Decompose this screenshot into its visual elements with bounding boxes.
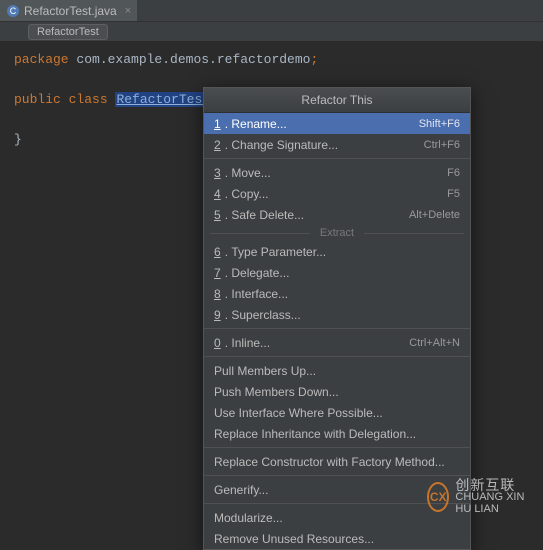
breadcrumb[interactable]: RefactorTest [28, 24, 108, 40]
menu-label: Copy... [231, 187, 447, 201]
menu-separator [204, 328, 470, 329]
watermark-text: 创新互联 CHUANG XIN HU LIAN [455, 479, 537, 515]
menu-mnemonic: 7 [214, 266, 221, 280]
menu-separator [204, 356, 470, 357]
menu-item-delegate[interactable]: 7. Delegate... [204, 262, 470, 283]
menu-item-pull-members-up[interactable]: Pull Members Up... [204, 360, 470, 381]
keyword-public: public [14, 92, 61, 107]
menu-label: Move... [231, 166, 447, 180]
menu-item-move[interactable]: 3. Move... F6 [204, 162, 470, 183]
tab-bar: C RefactorTest.java × [0, 0, 543, 22]
breadcrumb-bar: RefactorTest [0, 22, 543, 42]
menu-label: Type Parameter... [231, 245, 460, 259]
menu-item-copy[interactable]: 4. Copy... F5 [204, 183, 470, 204]
menu-label: Use Interface Where Possible... [214, 406, 460, 420]
menu-item-remove-unused-resources[interactable]: Remove Unused Resources... [204, 528, 470, 549]
watermark-badge-icon: CX [427, 482, 449, 512]
menu-label: Rename... [231, 117, 418, 131]
menu-mnemonic: 4 [214, 187, 221, 201]
watermark-line1: 创新互联 [455, 479, 537, 491]
popup-title: Refactor This [204, 88, 470, 113]
menu-label: Safe Delete... [231, 208, 409, 222]
menu-item-replace-inheritance[interactable]: Replace Inheritance with Delegation... [204, 423, 470, 444]
close-icon[interactable]: × [125, 5, 131, 17]
menu-item-replace-constructor[interactable]: Replace Constructor with Factory Method.… [204, 451, 470, 472]
package-name: com.example.demos.refactordemo [76, 52, 310, 67]
menu-separator [204, 158, 470, 159]
svg-text:C: C [10, 6, 17, 16]
menu-item-type-parameter[interactable]: 6. Type Parameter... [204, 241, 470, 262]
menu-mnemonic: 8 [214, 287, 221, 301]
menu-item-use-interface[interactable]: Use Interface Where Possible... [204, 402, 470, 423]
menu-shortcut: Ctrl+F6 [424, 139, 460, 151]
watermark-line2: CHUANG XIN HU LIAN [455, 491, 537, 515]
menu-shortcut: Shift+F6 [419, 118, 460, 130]
close-brace: } [14, 132, 22, 147]
menu-shortcut: F5 [447, 188, 460, 200]
menu-label: Generify... [214, 483, 460, 497]
menu-label: Pull Members Up... [214, 364, 460, 378]
menu-item-superclass[interactable]: 9. Superclass... [204, 304, 470, 325]
menu-item-inline[interactable]: 0. Inline... Ctrl+Alt+N [204, 332, 470, 353]
tab-filename: RefactorTest.java [24, 4, 117, 18]
menu-mnemonic: 5 [214, 208, 221, 222]
menu-mnemonic: 6 [214, 245, 221, 259]
menu-separator [204, 447, 470, 448]
menu-label: Push Members Down... [214, 385, 460, 399]
menu-mnemonic: 2 [214, 138, 221, 152]
menu-item-push-members-down[interactable]: Push Members Down... [204, 381, 470, 402]
menu-shortcut: Ctrl+Alt+N [409, 337, 460, 349]
menu-item-interface[interactable]: 8. Interface... [204, 283, 470, 304]
editor-tab[interactable]: C RefactorTest.java × [0, 0, 137, 21]
menu-label: Change Signature... [231, 138, 423, 152]
keyword-class: class [69, 92, 108, 107]
menu-section-extract: Extract [204, 225, 470, 241]
menu-label: Interface... [231, 287, 460, 301]
menu-shortcut: F6 [447, 167, 460, 179]
menu-label: Replace Constructor with Factory Method.… [214, 455, 460, 469]
menu-label: Inline... [231, 336, 409, 350]
menu-label: Modularize... [214, 511, 460, 525]
java-class-icon: C [6, 4, 20, 18]
menu-shortcut: Alt+Delete [409, 209, 460, 221]
semicolon: ; [310, 52, 318, 67]
watermark-logo: CX 创新互联 CHUANG XIN HU LIAN [427, 479, 537, 515]
menu-mnemonic: 0 [214, 336, 221, 350]
menu-item-change-signature[interactable]: 2. Change Signature... Ctrl+F6 [204, 134, 470, 155]
menu-mnemonic: 1 [214, 117, 221, 131]
menu-label: Remove Unused Resources... [214, 532, 460, 546]
menu-label: Delegate... [231, 266, 460, 280]
class-name-selected: RefactorTest [116, 92, 210, 107]
menu-item-safe-delete[interactable]: 5. Safe Delete... Alt+Delete [204, 204, 470, 225]
menu-label: Replace Inheritance with Delegation... [214, 427, 460, 441]
menu-label: Superclass... [231, 308, 460, 322]
menu-separator [204, 475, 470, 476]
menu-mnemonic: 3 [214, 166, 221, 180]
menu-mnemonic: 9 [214, 308, 221, 322]
keyword-package: package [14, 52, 69, 67]
menu-item-rename[interactable]: 1. Rename... Shift+F6 [204, 113, 470, 134]
